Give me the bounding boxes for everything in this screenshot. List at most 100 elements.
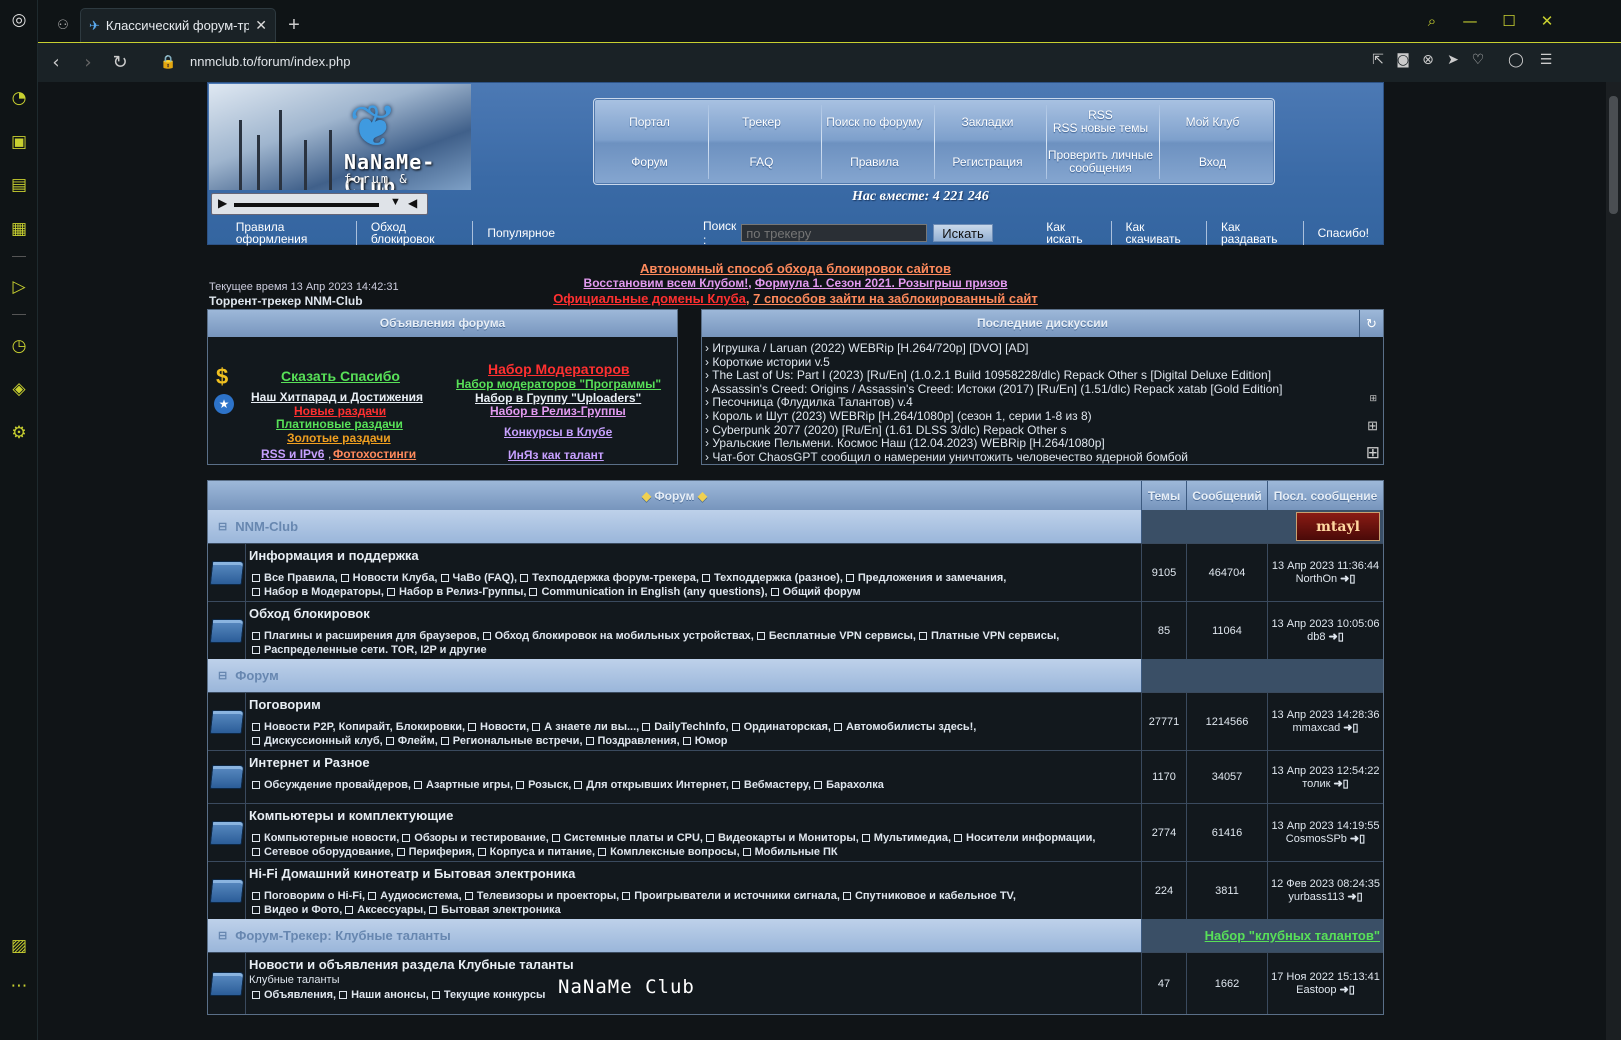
category-title[interactable]: ⊟ Форум xyxy=(208,659,1142,692)
subforum-link[interactable]: Платные VPN сервисы, xyxy=(931,630,1059,642)
discussion-item[interactable]: › Короткие истории v.5 xyxy=(702,355,1383,370)
link-photohosting[interactable]: Фотохостинги xyxy=(333,447,416,461)
discussion-item[interactable]: › Уральские Пельмени. Космос Наш (12.04.… xyxy=(702,437,1383,451)
last-post-user[interactable]: yurbass113 ➜▯ xyxy=(1288,890,1362,903)
refresh-icon[interactable]: ↻ xyxy=(1359,310,1383,337)
last-post-user[interactable]: CosmosSPb ➜▯ xyxy=(1286,832,1365,845)
subforum-link[interactable]: Общий форум xyxy=(783,586,861,598)
subnav-how-search[interactable]: Как искать xyxy=(1032,221,1112,245)
discussion-item[interactable]: › Песочница (Флудилка Талантов) v.4 xyxy=(702,396,1383,410)
subforum-link[interactable]: Распределенные сети. TOR, I2P и другие xyxy=(264,644,487,656)
subforum-link[interactable]: Флейм, xyxy=(398,735,438,747)
scrollbar[interactable] xyxy=(1606,82,1621,1040)
link-uploaders[interactable]: Набор в Группу "Uploaders" xyxy=(475,391,641,405)
goto-last-post-icon[interactable]: ➜▯ xyxy=(1350,833,1365,845)
menu-item-row2-4[interactable]: Проверить личные сообщения xyxy=(1045,142,1156,182)
link-say-thanks[interactable]: Сказать Спасибо xyxy=(281,368,400,384)
collapse-icon[interactable]: ⊟ xyxy=(218,929,227,942)
goto-last-post-icon[interactable]: ➜▯ xyxy=(1333,778,1348,790)
menu-item-row2-2[interactable]: Правила xyxy=(819,142,930,182)
discussion-item[interactable]: › The Last of Us: Part I (2023) [Ru/En] … xyxy=(702,369,1383,383)
tab-close-icon[interactable]: ✕ xyxy=(255,17,267,34)
subforum-link[interactable]: Бесплатные VPN сервисы, xyxy=(769,630,916,642)
search-input[interactable] xyxy=(741,224,928,242)
discussion-item[interactable]: › Игрушка / Laruan (2022) WEBRip [H.264/… xyxy=(702,341,1383,356)
last-post-user[interactable]: db8 ➜▯ xyxy=(1307,630,1344,643)
subforum-link[interactable]: Барахолка xyxy=(826,779,884,791)
subforum-link[interactable]: Набор в Модераторы, xyxy=(264,586,384,598)
subforum-link[interactable]: ЧаВо (FAQ), xyxy=(453,572,518,584)
subforum-link[interactable]: Плагины и расширения для браузеров, xyxy=(264,630,480,642)
subforum-link[interactable]: Мобильные ПК xyxy=(755,846,838,858)
subforum-link[interactable]: Спутниковое и кабельное TV, xyxy=(855,890,1016,902)
font-large-icon[interactable]: ⊞ xyxy=(1366,443,1380,463)
subforum-link[interactable]: Вебмастеру, xyxy=(744,779,811,791)
subforum-link[interactable]: Азартные игры, xyxy=(426,779,513,791)
collapse-icon[interactable]: ⊟ xyxy=(218,669,227,682)
font-small-icon[interactable]: ⊞ xyxy=(1369,393,1377,404)
link-gold[interactable]: Золотые раздачи xyxy=(287,431,391,445)
menu-item-0[interactable]: Портал xyxy=(594,102,705,142)
subforum-link[interactable]: Ординаторская, xyxy=(744,721,831,733)
subforum-link[interactable]: Компьютерные новости, xyxy=(264,832,399,844)
link-platinum[interactable]: Платиновые раздачи xyxy=(276,417,403,431)
url-field[interactable]: nnmclub.to/forum/index.php xyxy=(190,54,350,69)
subnav-how-download[interactable]: Как скачивать xyxy=(1112,221,1207,245)
subforum-link[interactable]: Набор в Релиз-Группы, xyxy=(399,586,526,598)
last-post-user[interactable]: Eastoop ➜▯ xyxy=(1296,983,1355,996)
category-name[interactable]: Форум-Трекер: Клубные таланты xyxy=(235,928,451,943)
forum-name[interactable]: Hi-Fi Домашний кинотеатр и Бытовая элект… xyxy=(249,866,1138,881)
subforum-link[interactable]: Новости, xyxy=(480,721,529,733)
goto-last-post-icon[interactable]: ➜▯ xyxy=(1343,722,1358,734)
subforum-link[interactable]: Поздравления, xyxy=(598,735,680,747)
cpu-icon[interactable]: ▦ xyxy=(7,217,31,241)
subforum-link[interactable]: Объявления, xyxy=(264,989,336,1001)
subnav-thanks[interactable]: Спасибо! xyxy=(1304,227,1383,239)
subforum-link[interactable]: Обзоры и тестирование, xyxy=(414,832,549,844)
audio-player[interactable]: ▶ ▼ ◀ xyxy=(211,193,428,215)
dropdown-icon[interactable]: ▼ xyxy=(390,196,401,208)
image-icon[interactable]: ▨ xyxy=(7,934,31,958)
send-icon[interactable]: ➤ xyxy=(1443,52,1463,74)
subforum-link[interactable]: Мультимедиа, xyxy=(874,832,951,844)
opera-logo-icon[interactable]: ◎ xyxy=(7,8,31,32)
settings-gear-icon[interactable]: ⚙ xyxy=(7,421,31,445)
subforum-link[interactable]: Аксессуары, xyxy=(357,904,426,916)
subforum-link[interactable]: Розыск, xyxy=(528,779,571,791)
subforum-link[interactable]: Сетевое оборудование, xyxy=(264,846,394,858)
last-post-user[interactable]: NorthOn ➜▯ xyxy=(1296,572,1356,585)
subforum-link[interactable]: Поговорим о Hi-Fi, xyxy=(264,890,365,902)
mtayl-banner[interactable]: mtayl xyxy=(1296,512,1380,541)
subforum-link[interactable]: Наши анонсы, xyxy=(351,989,429,1001)
briefcase-icon[interactable]: ▣ xyxy=(7,130,31,154)
search-tabs-icon[interactable]: ⌕ xyxy=(1420,10,1444,32)
subforum-link[interactable]: Новости P2P, Копирайт, Блокировки, xyxy=(264,721,465,733)
goto-last-post-icon[interactable]: ➜▯ xyxy=(1347,891,1362,903)
camera-icon[interactable]: ◙ xyxy=(1393,52,1413,74)
subforum-link[interactable]: Все Правила, xyxy=(264,572,338,584)
more-dots-icon[interactable]: ⋯ xyxy=(7,974,31,998)
link-contests[interactable]: Конкурсы в Клубе xyxy=(504,425,612,439)
site-logo[interactable]: ❦ NaNaMe-Club forum & tracker xyxy=(209,84,471,190)
subforum-link[interactable]: Видео и Фото, xyxy=(264,904,342,916)
subforum-link[interactable]: Корпуса и питание, xyxy=(490,846,595,858)
announcement-restore[interactable]: Восстановим всем Клубом! xyxy=(584,276,749,290)
link-release-groups[interactable]: Набор в Релиз-Группы xyxy=(490,404,626,418)
forum-name[interactable]: Поговорим xyxy=(249,697,1138,712)
forward-icon[interactable]: › xyxy=(76,51,100,75)
subforum-link[interactable]: Текущие конкурсы xyxy=(444,989,546,1001)
last-post-user[interactable]: толик ➜▯ xyxy=(1302,777,1348,790)
talents-recruit-link[interactable]: Набор "клубных талантов" xyxy=(1205,928,1380,943)
discussion-item[interactable]: › Король и Шут (2023) WEBRip [H.264/1080… xyxy=(702,409,1383,424)
account-icon[interactable]: ◯ xyxy=(1506,52,1526,74)
menu-item-3[interactable]: Закладки xyxy=(932,102,1043,142)
subforum-link[interactable]: Автомобилисты здесь!, xyxy=(846,721,976,733)
play-icon[interactable]: ▶ xyxy=(218,196,227,210)
discussion-item[interactable]: › Чат-бот ChaosGPT сообщил о намерении у… xyxy=(702,450,1383,465)
collapse-icon[interactable]: ⊟ xyxy=(218,520,227,533)
back-icon[interactable]: ‹ xyxy=(44,51,68,75)
menu-item-2[interactable]: Поиск по форуму xyxy=(819,102,930,142)
minimize-icon[interactable]: — xyxy=(1458,10,1482,32)
subforum-link[interactable]: Носители информации, xyxy=(966,832,1095,844)
subforum-link[interactable]: А знаете ли вы..., xyxy=(544,721,639,733)
